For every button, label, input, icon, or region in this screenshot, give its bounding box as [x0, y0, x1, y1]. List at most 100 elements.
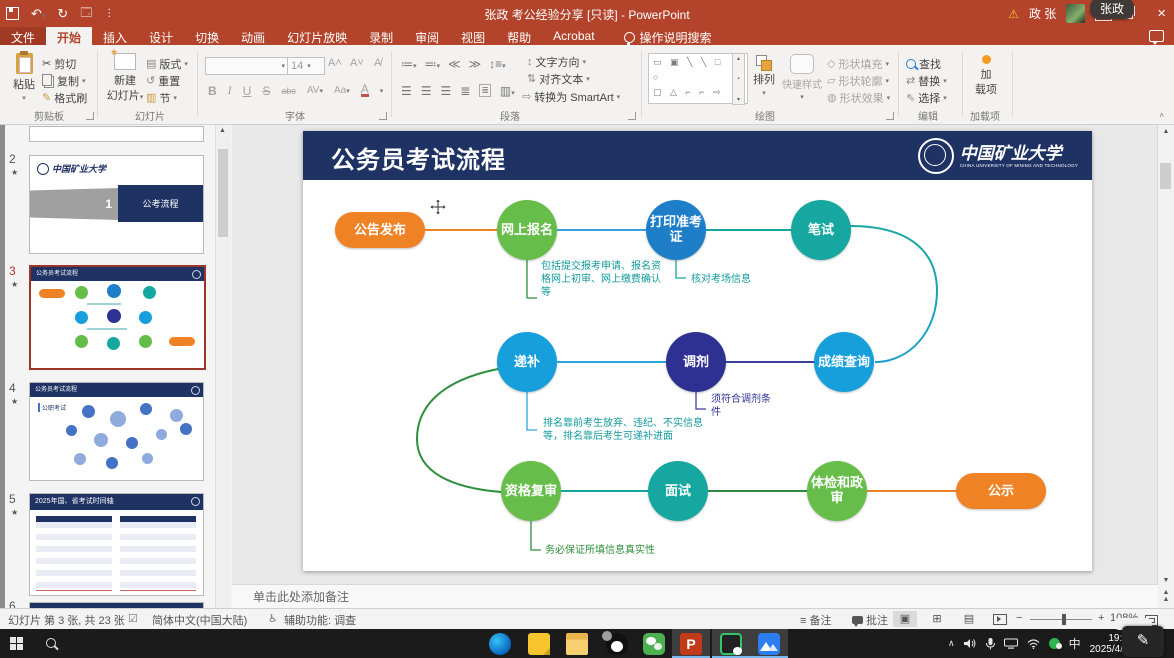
slide-canvas[interactable]: 公务员考试流程 中国矿业大学 CHINA UNIVERSITY OF MININ…	[303, 131, 1092, 571]
quick-styles-button[interactable]: 快速样式▾	[782, 54, 822, 101]
tab-file[interactable]: 文件	[0, 27, 46, 45]
view-slideshow-button[interactable]	[993, 614, 1007, 625]
underline-button[interactable]: U	[243, 84, 252, 98]
thumbnail-slide-1-partial[interactable]	[29, 126, 204, 142]
strike-button[interactable]: S	[262, 84, 270, 98]
flow-node-adjustment[interactable]: 调剂	[666, 332, 726, 392]
tab-home[interactable]: 开始	[46, 27, 92, 45]
flow-node-written-exam[interactable]: 笔试	[791, 200, 851, 260]
char-spacing-button[interactable]: AV▾	[307, 85, 323, 96]
flow-node-score-inquiry[interactable]: 成绩查询	[814, 332, 874, 392]
editor-vertical-scrollbar[interactable]: ▲ ▼ ▲▲	[1157, 125, 1174, 608]
collapse-ribbon-icon[interactable]: ˄	[1159, 111, 1164, 120]
view-normal-button[interactable]: ▣	[893, 611, 917, 627]
previous-slide-button[interactable]: ▲▲	[1158, 589, 1174, 603]
layout-button[interactable]: ▤版式▾	[146, 56, 188, 71]
avatar[interactable]	[1066, 4, 1085, 23]
align-center-icon[interactable]: ☰	[421, 84, 432, 98]
pen-annotation-tool[interactable]: ✎	[1122, 626, 1164, 657]
start-button[interactable]	[10, 637, 23, 650]
copy-button[interactable]: 复制▾	[42, 73, 86, 88]
reset-button[interactable]: ↺重置	[146, 73, 180, 88]
cut-button[interactable]: ✂剪切	[42, 56, 76, 71]
thumbnail-slide-3-selected[interactable]: 公务员考试流程	[29, 265, 206, 370]
wechat-icon[interactable]	[643, 633, 665, 655]
file-explorer-icon[interactable]	[566, 633, 588, 655]
thumbnail-slide-5[interactable]: 2025年国、省考试时间轴	[29, 493, 204, 596]
paragraph-dialog-launcher[interactable]	[628, 112, 636, 120]
italic-button[interactable]: I	[228, 83, 232, 98]
tab-animations[interactable]: 动画	[230, 27, 276, 45]
zoom-in-button[interactable]: +	[1098, 612, 1104, 624]
font-name-combo[interactable]: ▾	[205, 57, 289, 75]
zoom-out-button[interactable]: −	[1016, 612, 1022, 624]
thumbnail-slide-2[interactable]: 中国矿业大学 1 公考流程	[29, 155, 204, 254]
tab-design[interactable]: 设计	[138, 27, 184, 45]
taskbar-search-icon[interactable]	[46, 638, 56, 648]
sticky-notes-icon[interactable]	[528, 633, 550, 655]
view-slide-sorter-button[interactable]: ⊞	[925, 611, 949, 627]
paste-button[interactable]: 粘贴▾	[8, 53, 40, 102]
change-case-button[interactable]: Aa▾	[334, 85, 350, 96]
tab-record[interactable]: 录制	[358, 27, 404, 45]
align-text-button[interactable]: ⇅对齐文本▾	[527, 71, 590, 86]
increase-indent-icon[interactable]: ≫	[469, 57, 482, 71]
tray-chevron-icon[interactable]: ∧	[948, 638, 955, 649]
slide-counter[interactable]: 幻灯片 第 3 张, 共 23 张	[8, 612, 125, 628]
meeting-app-taskbar-item[interactable]	[750, 629, 788, 658]
line-spacing-icon[interactable]: ↕≡▾	[489, 57, 506, 71]
grow-font-icon[interactable]: A˄	[328, 57, 342, 69]
section-button[interactable]: ▥节▾	[146, 90, 177, 105]
ime-indicator[interactable]: 中	[1069, 635, 1081, 652]
wifi-icon[interactable]	[1027, 639, 1040, 649]
projector-icon[interactable]	[1004, 638, 1018, 649]
columns-icon[interactable]: ▥▾	[500, 84, 515, 98]
decrease-indent-icon[interactable]: ≪	[448, 57, 461, 71]
flow-node-announcement[interactable]: 公告发布	[335, 212, 425, 248]
clear-format-icon[interactable]: A̸	[374, 57, 381, 69]
powerpoint-taskbar-item[interactable]: P	[672, 629, 710, 658]
new-slide-button[interactable]: 新建 幻灯片▾	[104, 53, 146, 103]
shape-fill-button[interactable]: ◇形状填充▾	[827, 56, 889, 71]
shapes-gallery-scrollbar[interactable]: ▴▪▾	[732, 53, 745, 105]
tab-slideshow[interactable]: 幻灯片放映	[276, 27, 358, 45]
microphone-icon[interactable]	[986, 638, 995, 650]
align-left-icon[interactable]: ☰	[401, 84, 412, 98]
qq-icon[interactable]	[606, 633, 628, 655]
arrange-button[interactable]: 排列▾	[748, 55, 780, 97]
drawing-dialog-launcher[interactable]	[886, 112, 894, 120]
shape-effects-button[interactable]: ◍形状效果▾	[827, 90, 890, 105]
accessibility-status[interactable]: 辅助功能: 调查	[284, 612, 356, 628]
tab-transitions[interactable]: 切换	[184, 27, 230, 45]
abc-strike-button[interactable]: abc	[281, 86, 296, 96]
flow-node-online-registration[interactable]: 网上报名	[497, 200, 557, 260]
distribute-icon[interactable]: ≣	[479, 84, 491, 97]
numbering-icon[interactable]: ≕▾	[425, 57, 441, 71]
thumbnail-scrollbar[interactable]: ▲	[215, 125, 231, 608]
clipboard-dialog-launcher[interactable]	[86, 112, 94, 120]
notes-panel[interactable]: 单击此处添加备注	[232, 584, 1158, 608]
screenshare-taskbar-item[interactable]	[712, 629, 750, 658]
warning-icon[interactable]: ⚠	[1008, 7, 1019, 21]
flow-node-public-notice[interactable]: 公示	[956, 473, 1046, 509]
select-button[interactable]: ⇖选择▾	[906, 90, 947, 105]
smartart-button[interactable]: ⇨转换为 SmartArt▾	[522, 89, 620, 104]
bullets-icon[interactable]: ≔▾	[401, 57, 417, 71]
flow-node-physical-political[interactable]: 体检和政审	[807, 461, 867, 521]
view-reading-button[interactable]: ▤	[957, 611, 981, 627]
flow-node-interview[interactable]: 面试	[648, 461, 708, 521]
format-painter-button[interactable]: ✎格式刷	[42, 90, 87, 105]
tell-me-search[interactable]: 操作说明搜索	[624, 27, 712, 45]
language-indicator[interactable]: 简体中文(中国大陆)	[152, 612, 247, 628]
find-button[interactable]: 查找	[906, 56, 941, 71]
replace-button[interactable]: ⇄替换▾	[906, 73, 947, 88]
tab-insert[interactable]: 插入	[92, 27, 138, 45]
text-direction-button[interactable]: ↕文字方向▾	[527, 54, 586, 69]
proofing-icon[interactable]: ☑	[128, 612, 138, 625]
align-right-icon[interactable]: ☰	[441, 84, 452, 98]
flow-node-qualification-review[interactable]: 资格复审	[501, 461, 561, 521]
comments-panel-icon[interactable]	[1149, 30, 1164, 42]
tab-review[interactable]: 审阅	[404, 27, 450, 45]
font-size-combo[interactable]: 14▾	[287, 57, 325, 75]
addins-button[interactable]: 加 载项	[968, 55, 1004, 97]
